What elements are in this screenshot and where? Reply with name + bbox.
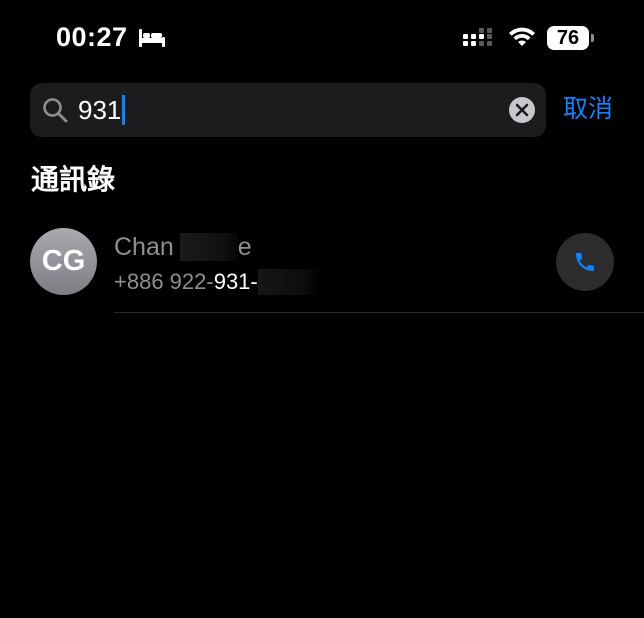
contact-row[interactable]: CG Chan e +886 922-931-	[0, 220, 644, 314]
avatar-initials: CG	[41, 245, 86, 277]
wifi-icon	[509, 27, 535, 46]
battery-cap	[591, 34, 594, 42]
search-field[interactable]: 931	[30, 83, 546, 137]
cancel-button[interactable]: 取消	[563, 93, 613, 125]
status-time: 00:27	[56, 22, 128, 52]
battery-icon: 76	[547, 26, 595, 50]
phone-icon	[576, 253, 594, 271]
clear-search-button[interactable]	[509, 97, 535, 123]
contact-name-prefix: Chan	[114, 233, 174, 261]
row-divider	[114, 312, 644, 313]
signal-icon	[463, 28, 492, 46]
search-icon	[43, 98, 68, 123]
redaction-phone	[257, 269, 320, 295]
avatar: CG	[30, 228, 97, 295]
section-title-contacts: 通訊錄	[31, 164, 116, 195]
search-input[interactable]: 931	[78, 94, 126, 126]
search-query: 931	[78, 95, 122, 125]
redaction-name	[179, 233, 238, 261]
call-button[interactable]	[556, 233, 614, 291]
contact-phone: +886 922-931-	[114, 268, 320, 296]
phone-prefix: +886 922-	[114, 269, 214, 294]
contact-name: Chan e	[114, 232, 252, 262]
bed-icon	[139, 29, 165, 47]
contact-name-suffix: e	[237, 233, 252, 261]
clear-icon	[515, 103, 529, 117]
text-cursor	[122, 95, 126, 125]
battery-level: 76	[556, 27, 580, 49]
phone-match-highlight: 931-	[213, 269, 258, 294]
status-bar: 00:27 76	[0, 0, 644, 76]
